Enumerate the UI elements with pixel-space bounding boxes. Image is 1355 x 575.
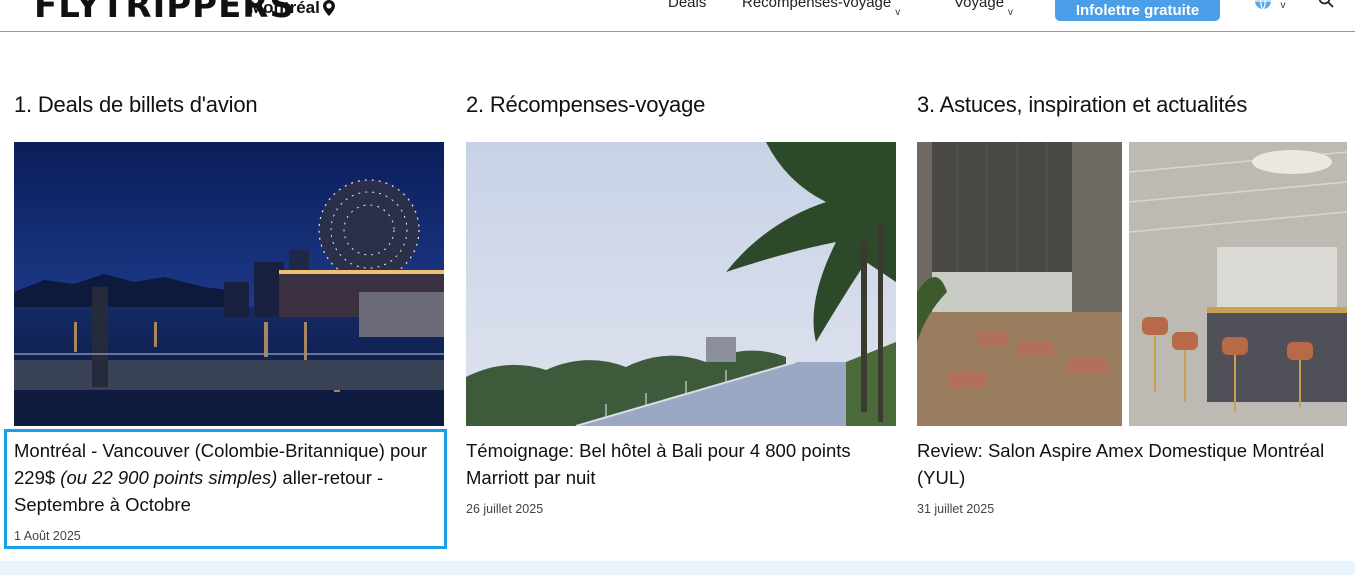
chevron-down-icon: v xyxy=(895,7,901,18)
site-header: FLYTRIPPERS Montréal Deals Récompenses-v… xyxy=(0,0,1355,32)
nav-deals-label: Deals xyxy=(668,0,707,11)
nav-deals[interactable]: Deals xyxy=(668,0,706,11)
column-title: 1. Deals de billets d'avion xyxy=(14,92,258,117)
city-label: Montréal xyxy=(249,0,320,17)
nav-rewards-label: Récompenses-voyage xyxy=(742,0,892,11)
location-pin-icon xyxy=(322,0,335,16)
nav-travel-label: Voyage xyxy=(954,0,1005,11)
column-tips-news: 3. Astuces, inspiration et actualités Re… xyxy=(917,92,1347,516)
search-button[interactable] xyxy=(1318,0,1334,13)
article-title-link[interactable]: Review: Salon Aspire Amex Domestique Mon… xyxy=(917,437,1349,491)
column-travel-rewards: 2. Récompenses-voyage Témoignage: Bel hô… xyxy=(466,92,896,516)
chevron-down-icon: v xyxy=(1008,7,1014,18)
column-title: 3. Astuces, inspiration et actualités xyxy=(917,92,1248,117)
column-title: 2. Récompenses-voyage xyxy=(466,92,706,117)
article-date: 26 juillet 2025 xyxy=(466,502,544,516)
selection-highlight xyxy=(4,429,447,549)
language-selector[interactable]: v xyxy=(1254,0,1285,15)
globe-icon xyxy=(1255,0,1271,10)
article-image-bali-hotel[interactable] xyxy=(466,142,896,426)
footer-band xyxy=(0,561,1355,575)
article-image-vancouver[interactable] xyxy=(14,142,444,426)
column-flight-deals: 1. Deals de billets d'avion Montréal - V… xyxy=(14,92,444,543)
article-image-lounge[interactable] xyxy=(917,142,1347,426)
nav-travel[interactable]: Voyagev xyxy=(954,0,1013,18)
chevron-down-icon: v xyxy=(1280,0,1286,11)
city-selector[interactable]: Montréal xyxy=(249,0,335,18)
nav-rewards[interactable]: Récompenses-voyagev xyxy=(742,0,900,18)
article-date: 31 juillet 2025 xyxy=(917,502,995,516)
article-title-link[interactable]: Témoignage: Bel hôtel à Bali pour 4 800 … xyxy=(466,437,898,491)
search-icon xyxy=(1318,0,1334,8)
newsletter-button[interactable]: Infolettre gratuite xyxy=(1055,0,1220,21)
